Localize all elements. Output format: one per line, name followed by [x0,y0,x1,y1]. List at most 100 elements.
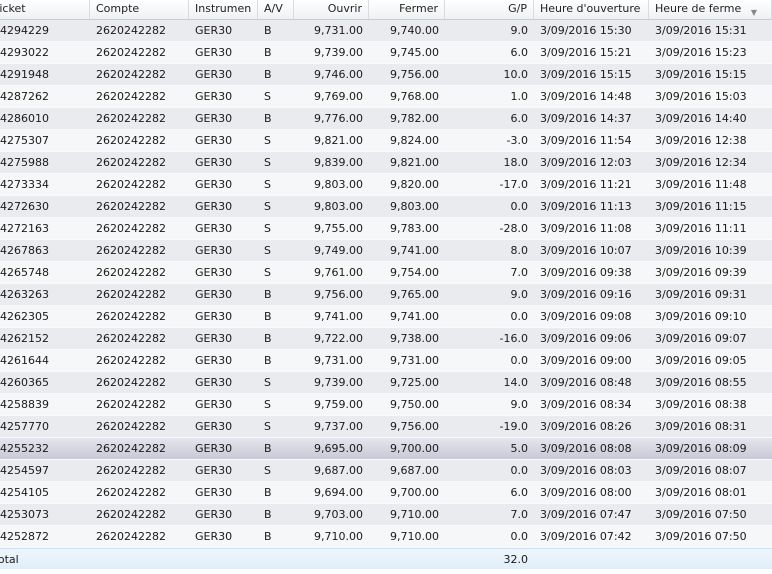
cell-account: 2620242282 [96,464,166,477]
table-row[interactable]: 54265748 2620242282 GER30 S 9,761.00 9,754.00… [0,262,772,284]
cell-side: S [264,398,271,411]
cell-close-time: 3/09/2016 11:15 [655,200,747,213]
cell-side: S [264,376,271,389]
table-row[interactable]: 54273334 2620242282 GER30 S 9,803.00 9,820.00… [0,174,772,196]
cell-open-time: 3/09/2016 11:13 [540,200,632,213]
cell-close-price: 9,768.00 [390,90,439,103]
cell-account: 2620242282 [96,222,166,235]
cell-side: B [264,24,272,37]
cell-profit: 0.0 [510,464,529,477]
col-header-open-time[interactable]: Heure d'ouverture [534,0,649,19]
table-row[interactable]: 54267863 2620242282 GER30 S 9,749.00 9,741.00… [0,240,772,262]
cell-close-time: 3/09/2016 09:31 [655,288,747,301]
table-row[interactable]: 54258839 2620242282 GER30 S 9,759.00 9,750.00… [0,394,772,416]
col-header-compte[interactable]: Compte [90,0,189,19]
table-row[interactable]: 54263263 2620242282 GER30 B 9,756.00 9,765.00… [0,284,772,306]
cell-profit: 7.0 [510,508,529,521]
col-header-instrument[interactable]: Instrumen [189,0,258,19]
cell-instrument: GER30 [195,442,233,455]
cell-side: S [264,464,271,477]
cell-side: S [264,90,271,103]
cell-account: 2620242282 [96,288,166,301]
table-row[interactable]: 54255232 2620242282 GER30 B 9,695.00 9,700.00… [0,438,772,460]
cell-open-time: 3/09/2016 08:03 [540,464,632,477]
cell-close-price: 9,820.00 [390,178,439,191]
cell-open-time: 3/09/2016 08:26 [540,420,632,433]
cell-ticket: 54275988 [0,156,49,169]
cell-open-time: 3/09/2016 08:34 [540,398,632,411]
cell-side: B [264,530,272,543]
cell-open-time: 3/09/2016 07:42 [540,530,632,543]
table-row[interactable]: 54287262 2620242282 GER30 S 9,769.00 9,768.00… [0,86,772,108]
table-row[interactable]: 54257770 2620242282 GER30 S 9,737.00 9,756.00… [0,416,772,438]
cell-close-price: 9,824.00 [390,134,439,147]
cell-account: 2620242282 [96,310,166,323]
table-row[interactable]: 54272163 2620242282 GER30 S 9,755.00 9,783.00… [0,218,772,240]
table-row[interactable]: 54275307 2620242282 GER30 S 9,821.00 9,824.00… [0,130,772,152]
cell-ticket: 54254105 [0,486,49,499]
cell-profit: -17.0 [499,178,528,191]
cell-account: 2620242282 [96,156,166,169]
cell-instrument: GER30 [195,178,233,191]
table-row[interactable]: 54253073 2620242282 GER30 B 9,703.00 9,710.00… [0,504,772,526]
table-row[interactable]: 54291948 2620242282 GER30 B 9,746.00 9,756.00… [0,64,772,86]
cell-open-time: 3/09/2016 14:48 [540,90,632,103]
cell-open-price: 9,759.00 [314,398,363,411]
table-row[interactable]: 54262152 2620242282 GER30 B 9,722.00 9,738.00… [0,328,772,350]
cell-profit: 14.0 [503,376,529,389]
table-row[interactable]: 54252872 2620242282 GER30 B 9,710.00 9,710.00… [0,526,772,548]
cell-close-price: 9,687.00 [390,464,439,477]
cell-profit: 9.0 [510,24,529,37]
cell-ticket: 54275307 [0,134,49,147]
cell-side: S [264,420,271,433]
cell-close-price: 9,754.00 [390,266,439,279]
col-header-close-time[interactable]: Heure de ferme ▼ [649,0,772,19]
cell-profit: -16.0 [499,332,528,345]
cell-account: 2620242282 [96,332,166,345]
cell-ticket: 54258839 [0,398,49,411]
table-row[interactable]: 54254105 2620242282 GER30 B 9,694.00 9,700.00… [0,482,772,504]
table-row[interactable]: 54262305 2620242282 GER30 B 9,741.00 9,741.00… [0,306,772,328]
table-row[interactable]: 54294229 2620242282 GER30 B 9,731.00 9,740.00… [0,20,772,42]
col-header-close-price[interactable]: Fermer [369,0,445,19]
cell-close-price: 9,725.00 [390,376,439,389]
col-header-ticket[interactable]: Ticket [0,0,90,19]
cell-open-time: 3/09/2016 09:08 [540,310,632,323]
cell-open-price: 9,749.00 [314,244,363,257]
cell-profit: 6.0 [510,46,529,59]
cell-open-price: 9,756.00 [314,288,363,301]
total-value: 32.0 [503,553,529,566]
cell-side: S [264,134,271,147]
table-row[interactable]: 54260365 2620242282 GER30 S 9,739.00 9,725.00… [0,372,772,394]
cell-side: B [264,486,272,499]
col-header-open-price[interactable]: Ouvrir [294,0,369,19]
cell-ticket: 54272630 [0,200,49,213]
cell-close-price: 9,765.00 [390,288,439,301]
col-header-side[interactable]: A/V [258,0,294,19]
cell-ticket: 54287262 [0,90,49,103]
table-row[interactable]: 54275988 2620242282 GER30 S 9,839.00 9,821.00… [0,152,772,174]
cell-close-time: 3/09/2016 08:09 [655,442,747,455]
cell-close-time: 3/09/2016 09:07 [655,332,747,345]
cell-profit: 10.0 [503,68,529,81]
cell-profit: 0.0 [510,530,529,543]
cell-instrument: GER30 [195,530,233,543]
cell-instrument: GER30 [195,134,233,147]
table-row[interactable]: 54293022 2620242282 GER30 B 9,739.00 9,745.00… [0,42,772,64]
cell-instrument: GER30 [195,332,233,345]
cell-instrument: GER30 [195,398,233,411]
cell-account: 2620242282 [96,244,166,257]
cell-close-time: 3/09/2016 10:39 [655,244,747,257]
cell-open-price: 9,703.00 [314,508,363,521]
col-header-profit[interactable]: G/P [445,0,534,19]
table-row[interactable]: 54261644 2620242282 GER30 B 9,731.00 9,731.00… [0,350,772,372]
cell-ticket: 54265748 [0,266,49,279]
table-row[interactable]: 54272630 2620242282 GER30 S 9,803.00 9,803.00… [0,196,772,218]
cell-close-price: 9,750.00 [390,398,439,411]
table-row[interactable]: 54286010 2620242282 GER30 B 9,776.00 9,782.00… [0,108,772,130]
table-row[interactable]: 54254597 2620242282 GER30 S 9,687.00 9,687.00… [0,460,772,482]
cell-close-price: 9,700.00 [390,442,439,455]
cell-open-time: 3/09/2016 11:21 [540,178,632,191]
cell-ticket: 54262305 [0,310,49,323]
cell-account: 2620242282 [96,90,166,103]
